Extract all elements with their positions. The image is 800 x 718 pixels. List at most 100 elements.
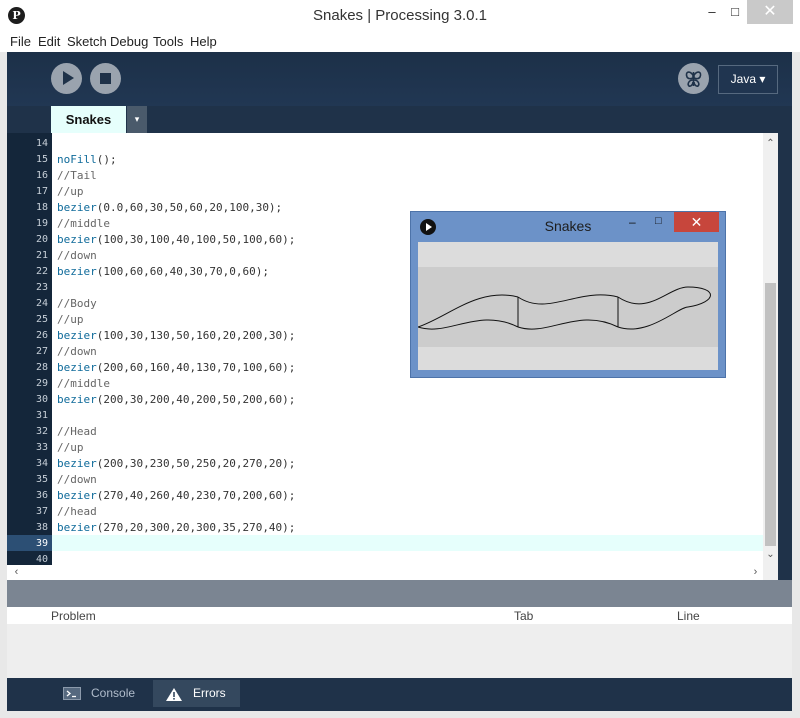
tab-console-label: Console [91,686,136,700]
line-number: 30 [35,394,48,405]
code-line: //middle [57,377,110,390]
line-number: 28 [35,362,48,373]
close-button[interactable]: ✕ [747,0,793,24]
sketch-maximize-button[interactable]: □ [655,215,662,227]
menu-debug[interactable]: Debug [110,34,148,49]
chevron-down-icon: ▾ [134,114,140,124]
toolbar [7,52,792,106]
scroll-up-icon[interactable]: ⌃ [763,136,778,151]
errors-panel: Problem Tab Line [7,607,792,678]
code-line: noFill(); [57,153,117,166]
scrollbar-corner [763,565,778,580]
code-line: bezier(100,30,100,40,100,50,100,60); [57,233,296,246]
code-line: bezier(200,60,160,40,130,70,100,60); [57,361,296,374]
tab-console[interactable]: Console [51,680,151,707]
line-number: 25 [35,314,48,325]
code-line: //up [57,185,84,198]
stop-icon [100,73,111,84]
column-line[interactable]: Line [677,609,700,623]
line-number: 15 [35,154,48,165]
line-number: 33 [35,442,48,453]
line-number: 32 [35,426,48,437]
line-number: 22 [35,266,48,277]
code-line: //Head [57,425,97,438]
column-problem[interactable]: Problem [51,609,96,623]
line-number: 31 [35,410,48,421]
code-line: //up [57,441,84,454]
sketch-minimize-button[interactable]: – [629,215,636,229]
line-number: 39 [35,538,48,549]
run-button[interactable] [51,63,82,94]
scroll-right-icon[interactable]: › [748,565,763,580]
menu-sketch[interactable]: Sketch [67,34,107,49]
menu-file[interactable]: File [10,34,31,49]
close-icon: ✕ [690,214,703,230]
snake-drawing [417,267,718,347]
line-number: 36 [35,490,48,501]
maximize-icon: □ [731,4,739,19]
horizontal-scrollbar[interactable]: ‹ › [7,565,763,580]
vertical-scrollbar[interactable]: ⌃ ⌄ [763,133,778,565]
scroll-left-icon[interactable]: ‹ [9,565,24,580]
title-bar: P Snakes | Processing 3.0.1 – □ ✕ [0,0,800,31]
line-number: 37 [35,506,48,517]
code-line: bezier(100,60,60,40,30,70,0,60); [57,265,269,278]
line-number: 19 [35,218,48,229]
menu-edit[interactable]: Edit [38,34,60,49]
close-icon: ✕ [763,3,777,20]
line-number: 23 [35,282,48,293]
line-number: 27 [35,346,48,357]
line-number-gutter: 14 15 16 17 18 19 20 21 22 23 24 25 26 27 28 29 30 31 32 33… [7,133,52,565]
play-icon [63,71,74,85]
code-line: //Tail [57,169,97,182]
line-number: 35 [35,474,48,485]
line-number: 21 [35,250,48,261]
sketch-canvas [417,242,718,370]
code-line: bezier(270,20,300,20,300,35,270,40); [57,521,296,534]
code-line: //up [57,313,84,326]
minimize-icon: – [708,4,716,19]
debug-button[interactable] [678,63,709,94]
tab-errors-label: Errors [193,686,226,700]
maximize-button[interactable]: □ [723,0,747,24]
menu-bar: File Edit Sketch Debug Tools Help [0,31,800,52]
tab-snakes[interactable]: Snakes [51,106,126,133]
butterfly-icon [685,71,702,87]
line-number: 40 [35,554,48,565]
line-number: 17 [35,186,48,197]
code-line: bezier(100,30,130,50,160,20,200,30); [57,329,296,342]
tab-menu-button[interactable]: ▾ [127,106,147,133]
sketch-close-button[interactable]: ✕ [674,212,719,232]
line-number: 26 [35,330,48,341]
menu-tools[interactable]: Tools [153,34,183,49]
current-line-highlight [52,535,763,551]
line-number: 29 [35,378,48,389]
line-number: 38 [35,522,48,533]
line-number: 18 [35,202,48,213]
line-number: 34 [35,458,48,469]
line-number: 16 [35,170,48,181]
column-tab[interactable]: Tab [514,609,533,623]
panel-divider[interactable] [7,580,792,607]
vertical-scroll-thumb[interactable] [765,283,776,546]
code-line: //down [57,345,97,358]
code-line: bezier(200,30,230,50,250,20,270,20); [57,457,296,470]
window-title: Snakes | Processing 3.0.1 [313,7,487,24]
code-line: bezier(270,40,260,40,230,70,200,60); [57,489,296,502]
stop-button[interactable] [90,63,121,94]
code-line: //Body [57,297,97,310]
code-line: bezier(200,30,200,40,200,50,200,60); [57,393,296,406]
code-line: //down [57,473,97,486]
warning-icon [166,688,182,701]
code-line: //middle [57,217,110,230]
sketch-window[interactable]: Snakes – □ ✕ [410,211,726,378]
tab-errors[interactable]: Errors [153,680,240,707]
menu-help[interactable]: Help [190,34,217,49]
scroll-down-icon[interactable]: ⌄ [763,547,778,562]
line-number: 20 [35,234,48,245]
errors-table-header: Problem Tab Line [7,607,792,624]
line-number: 14 [35,138,48,149]
mode-selector[interactable]: Java ▾ [718,65,778,94]
line-number: 24 [35,298,48,309]
code-line: bezier(0.0,60,30,50,60,20,100,30); [57,201,283,214]
